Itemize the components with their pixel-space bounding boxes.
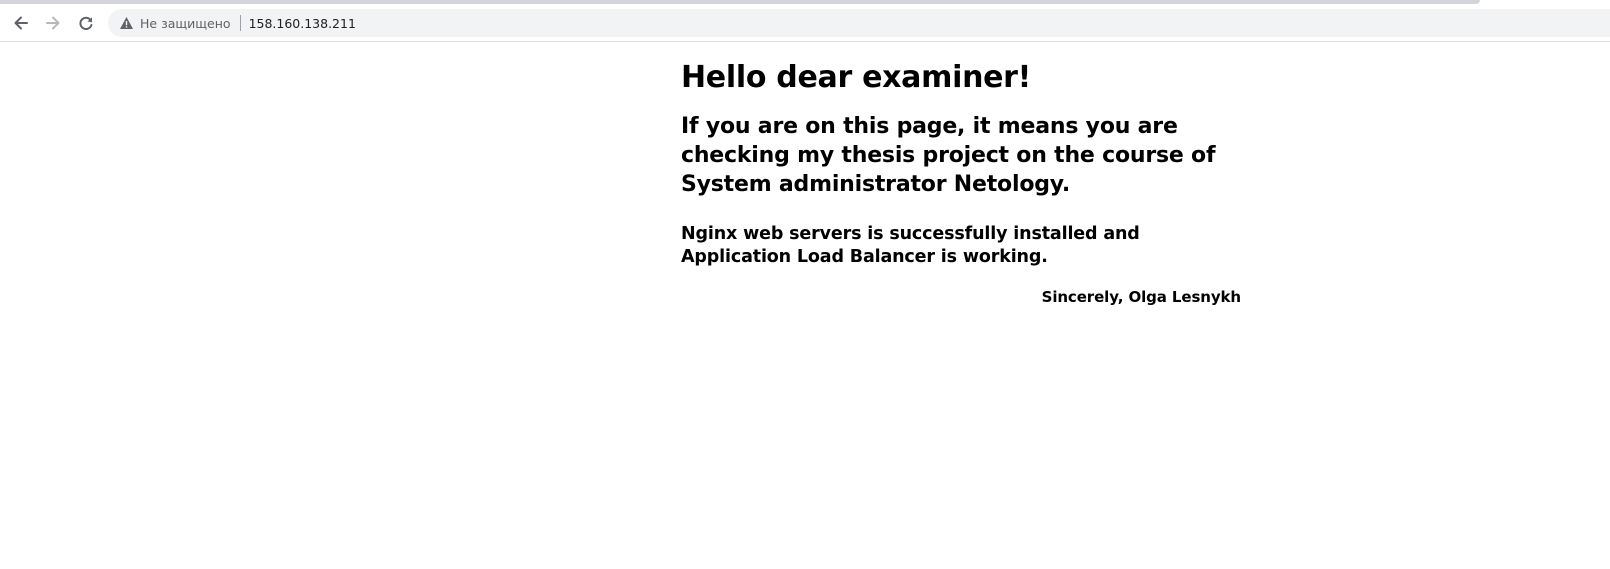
- security-status-label[interactable]: Не защищено: [140, 16, 231, 31]
- page-heading: Hello dear examiner!: [681, 60, 1032, 95]
- forward-arrow-icon: [46, 16, 60, 30]
- back-arrow-icon: [14, 16, 28, 30]
- warning-icon[interactable]: [118, 15, 134, 31]
- url-text[interactable]: 158.160.138.211: [249, 16, 356, 31]
- address-bar[interactable]: Не защищено 158.160.138.211: [108, 9, 1610, 37]
- status-message: Nginx web servers is successfully instal…: [681, 224, 1140, 267]
- signature: Sincerely, Olga Lesnykh: [1041, 288, 1241, 306]
- page-subheading: If you are on this page, it means you ar…: [681, 114, 1216, 197]
- reload-icon: [79, 16, 93, 30]
- address-bar-divider: [239, 15, 241, 31]
- browser-toolbar: Не защищено 158.160.138.211: [0, 4, 1610, 42]
- forward-button[interactable]: [41, 11, 65, 35]
- reload-button[interactable]: [74, 11, 98, 35]
- page-content: Hello dear examiner! If you are on this …: [681, 58, 1241, 307]
- back-button[interactable]: [9, 11, 33, 35]
